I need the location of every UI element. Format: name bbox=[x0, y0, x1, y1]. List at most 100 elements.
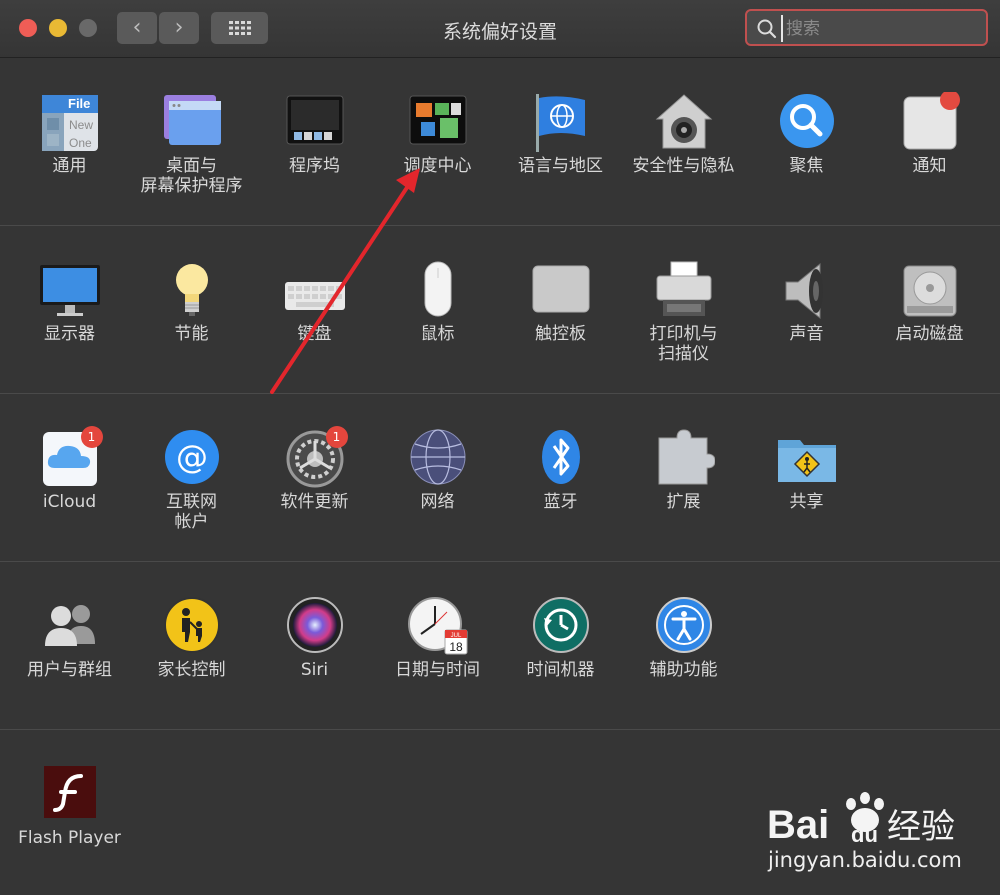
trackpad-icon bbox=[530, 260, 592, 322]
pref-pane-label: Siri bbox=[300, 660, 329, 680]
watermark-brand-text: Bai bbox=[767, 803, 829, 847]
extensions-icon bbox=[653, 428, 716, 490]
pref-pane-desktop-screensaver[interactable]: 桌面与 屏幕保护程序 bbox=[130, 92, 253, 196]
pref-pane-label: 软件更新 bbox=[280, 492, 349, 512]
pref-pane-flash-player[interactable]: Flash Player bbox=[8, 764, 131, 848]
pref-pane-dock[interactable]: 程序坞 bbox=[253, 92, 376, 176]
pref-pane-label: 打印机与 扫描仪 bbox=[649, 324, 718, 364]
pref-pane-date-time[interactable]: JUL 18 日期与时间 bbox=[376, 596, 499, 680]
pref-pane-sharing[interactable]: 共享 bbox=[745, 428, 868, 512]
pref-pane-sound[interactable]: 声音 bbox=[745, 260, 868, 344]
search-icon bbox=[757, 19, 777, 39]
system-preferences-window: ‹ › 系统偏好设置 搜索 File New One 通用 桌面与 屏幕保护程序… bbox=[0, 0, 1000, 895]
pref-pane-printers-scanners[interactable]: 打印机与 扫描仪 bbox=[622, 260, 745, 364]
pref-pane-internet-accounts[interactable]: @ 互联网 帐户 bbox=[130, 428, 253, 532]
watermark-brand-cn: 经验 bbox=[887, 807, 955, 847]
sharing-icon bbox=[776, 428, 838, 490]
pref-pane-displays[interactable]: 显示器 bbox=[8, 260, 131, 344]
pref-pane-keyboard[interactable]: 键盘 bbox=[253, 260, 376, 344]
accessibility-icon bbox=[653, 596, 715, 658]
pref-pane-mouse[interactable]: 鼠标 bbox=[376, 260, 499, 344]
pref-pane-label: 辅助功能 bbox=[649, 660, 718, 680]
pref-pane-language-region[interactable]: 语言与地区 bbox=[499, 92, 622, 176]
pref-pane-label: 日期与时间 bbox=[395, 660, 480, 680]
mission-control-icon bbox=[407, 92, 469, 154]
pref-pane-label: 显示器 bbox=[44, 324, 95, 344]
section-system: 用户与群组 家长控制 Siri JUL 18 日期与时间 时间机器 辅助功能 bbox=[0, 562, 1000, 730]
notifications-icon bbox=[899, 90, 961, 154]
pref-pane-label: 蓝牙 bbox=[543, 492, 578, 512]
printers-scanners-icon bbox=[653, 260, 715, 322]
pref-pane-software-update[interactable]: 1 软件更新 bbox=[253, 426, 376, 512]
pref-pane-label: 声音 bbox=[789, 324, 824, 344]
language-region-icon bbox=[530, 92, 592, 154]
pref-pane-security-privacy[interactable]: 安全性与隐私 bbox=[622, 92, 745, 176]
startup-disk-icon bbox=[899, 260, 961, 322]
back-button[interactable]: ‹ bbox=[117, 12, 157, 44]
pref-pane-label: 节能 bbox=[174, 324, 209, 344]
pref-pane-time-machine[interactable]: 时间机器 bbox=[499, 596, 622, 680]
pref-pane-accessibility[interactable]: 辅助功能 bbox=[622, 596, 745, 680]
flash-player-icon bbox=[39, 764, 101, 826]
watermark-url: jingyan.baidu.com bbox=[768, 848, 962, 872]
show-all-button[interactable] bbox=[211, 12, 268, 44]
update-badge: 1 bbox=[325, 426, 348, 448]
siri-icon bbox=[284, 596, 346, 658]
security-privacy-icon bbox=[653, 92, 715, 154]
pref-pane-bluetooth[interactable]: 蓝牙 bbox=[499, 428, 622, 512]
energy-saver-icon bbox=[161, 260, 223, 322]
network-icon bbox=[407, 428, 469, 490]
parental-controls-icon bbox=[161, 596, 223, 658]
pref-pane-siri[interactable]: Siri bbox=[253, 596, 376, 680]
pref-pane-energy-saver[interactable]: 节能 bbox=[130, 260, 253, 344]
pref-pane-label: 启动磁盘 bbox=[895, 324, 964, 344]
pref-pane-network[interactable]: 网络 bbox=[376, 428, 499, 512]
general-icon: File New One bbox=[39, 92, 101, 154]
pref-pane-startup-disk[interactable]: 启动磁盘 bbox=[868, 260, 991, 344]
pref-pane-label: 聚焦 bbox=[789, 156, 824, 176]
pref-pane-label: 用户与群组 bbox=[27, 660, 112, 680]
pref-pane-notifications[interactable]: 通知 bbox=[868, 90, 991, 176]
pref-pane-label: 时间机器 bbox=[526, 660, 595, 680]
desktop-screensaver-icon bbox=[161, 92, 223, 154]
section-internet-wireless: 1 iCloud @ 互联网 帐户 1 软件更新 网络 蓝牙 扩展 共享 bbox=[0, 394, 1000, 562]
pref-pane-label: 键盘 bbox=[297, 324, 332, 344]
general-icon-text-new: New bbox=[69, 118, 93, 132]
bluetooth-icon bbox=[530, 428, 592, 490]
keyboard-icon bbox=[284, 260, 346, 322]
date-time-icon: JUL 18 bbox=[407, 596, 469, 658]
pref-pane-trackpad[interactable]: 触控板 bbox=[499, 260, 622, 344]
svg-text:@: @ bbox=[176, 438, 208, 476]
grid-icon bbox=[228, 21, 251, 35]
zoom-window-button[interactable] bbox=[79, 19, 97, 37]
pref-pane-label: 调度中心 bbox=[403, 156, 472, 176]
pref-pane-users-groups[interactable]: 用户与群组 bbox=[8, 596, 131, 680]
pref-pane-label: Flash Player bbox=[18, 828, 121, 848]
pref-pane-icloud[interactable]: 1 iCloud bbox=[8, 426, 131, 512]
pref-pane-mission-control[interactable]: 调度中心 bbox=[376, 92, 499, 176]
pref-pane-label: iCloud bbox=[42, 492, 97, 512]
title-bar: ‹ › 系统偏好设置 bbox=[0, 0, 1000, 58]
pref-pane-label: 扩展 bbox=[666, 492, 701, 512]
forward-button[interactable]: › bbox=[159, 12, 199, 44]
minimize-window-button[interactable] bbox=[49, 19, 67, 37]
dock-icon bbox=[284, 92, 346, 154]
close-window-button[interactable] bbox=[19, 19, 37, 37]
chevron-right-icon: › bbox=[174, 15, 184, 40]
pref-pane-general[interactable]: File New One 通用 bbox=[8, 92, 131, 176]
software-update-icon: 1 bbox=[284, 426, 348, 490]
search-field[interactable] bbox=[745, 9, 988, 46]
pref-pane-label: 网络 bbox=[420, 492, 455, 512]
mouse-icon bbox=[407, 260, 469, 322]
chevron-left-icon: ‹ bbox=[132, 15, 142, 40]
pref-pane-label: 鼠标 bbox=[420, 324, 455, 344]
pref-pane-label: 程序坞 bbox=[289, 156, 340, 176]
pref-pane-parental-controls[interactable]: 家长控制 bbox=[130, 596, 253, 680]
calendar-day-text: 18 bbox=[449, 640, 463, 654]
section-personal: File New One 通用 桌面与 屏幕保护程序 程序坞 调度中心 语言与地… bbox=[0, 58, 1000, 226]
search-input[interactable] bbox=[781, 15, 983, 42]
pref-pane-extensions[interactable]: 扩展 bbox=[622, 428, 745, 512]
section-hardware: 显示器 节能 键盘 鼠标 触控板 打印机与 扫描仪 声音 启动磁盘 bbox=[0, 226, 1000, 394]
pref-pane-spotlight[interactable]: 聚焦 bbox=[745, 92, 868, 176]
baidu-watermark: Bai du 经验 bbox=[767, 792, 955, 847]
